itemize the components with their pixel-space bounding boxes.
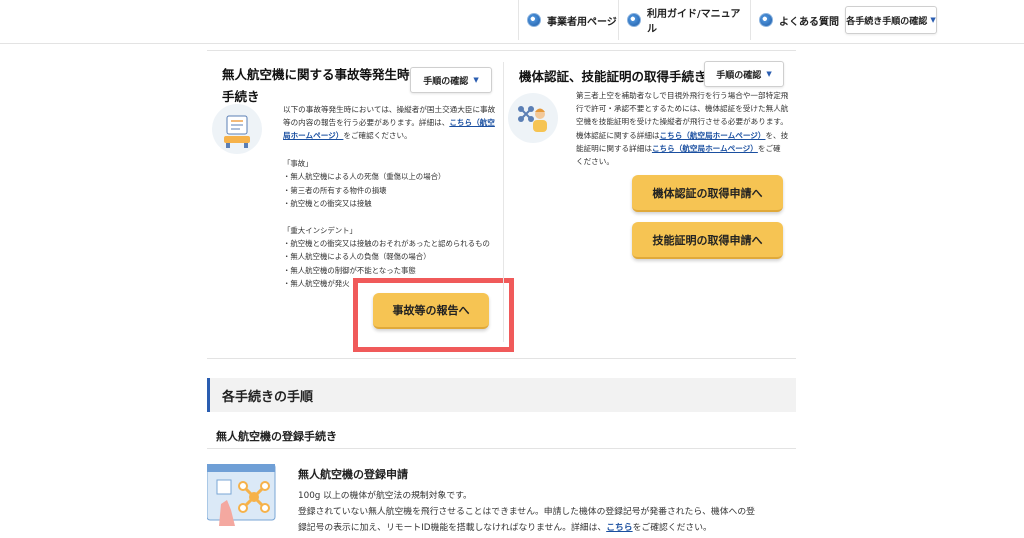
certification-step-button[interactable]: 手順の確認 ▼ xyxy=(704,61,784,87)
certification-description: 第三者上空を補助者なしで目視外飛行を行う場合や一部特定飛 行で許可・承認不要とす… xyxy=(576,89,791,168)
desc-line: 空機を技能証明を受けた操縦者が飛行させる必要があります。 xyxy=(576,117,788,127)
registration-subheading: 無人航空機の登録手続き xyxy=(216,430,337,443)
divider xyxy=(207,358,796,359)
divider xyxy=(207,448,796,449)
nav-label: 利用ガイド/マニュアル xyxy=(646,9,741,35)
desc-line: をご確認ください。 xyxy=(343,131,412,141)
accident-step-button[interactable]: 手順の確認 ▼ xyxy=(410,67,492,93)
desc-line: を、技 xyxy=(765,130,789,140)
drone-registration-illustration-icon xyxy=(206,463,277,526)
accident-info-link[interactable]: こちら（航空 xyxy=(449,118,495,127)
list-item: ・第三者の所有する物件の損壊 xyxy=(283,185,387,195)
report-illustration-icon xyxy=(212,104,262,154)
certification-illustration-icon xyxy=(508,93,558,143)
globe-icon xyxy=(627,13,641,27)
list-item: ・航空機との衝突又は接触 xyxy=(283,199,372,209)
registration-text: 録記号の表示に加え、リモートID機能を搭載しなければなりません。詳細は、 xyxy=(298,523,607,533)
registration-title: 無人航空機の登録申請 xyxy=(298,468,408,481)
registration-text: をご確認ください。 xyxy=(632,523,712,533)
list-heading: 「事故」 xyxy=(283,159,313,168)
accident-section-title: 無人航空機に関する事故等発生時の 手続き xyxy=(222,64,422,108)
desc-line: 行で許可・承認不要とするためには、機体認証を受けた無人航 xyxy=(576,104,789,114)
airframe-certification-button[interactable]: 機体認証の取得申請へ xyxy=(632,175,783,212)
nav-guide-link[interactable]: 利用ガイド/マニュアル xyxy=(618,0,750,40)
desc-line: 等の内容の報告を行う必要があります。詳細は、 xyxy=(283,118,450,128)
chevron-down-icon: ▼ xyxy=(766,70,772,78)
list-item: ・航空機との衝突又は接触のおそれがあったと認められるもの xyxy=(283,239,490,249)
list-heading: 「重大インシデント」 xyxy=(283,225,357,235)
accident-list: 「事故」 ・無人航空機による人の死傷（重傷以上の場合） ・第三者の所有する物件の… xyxy=(283,157,490,291)
step-button-label: 手順の確認 xyxy=(716,70,762,81)
registration-text: 登録されていない無人航空機を飛行させることはできません。申請した機体の登録記号が… xyxy=(298,507,755,517)
registration-text: 100g 以上の機体が航空法の規制対象です。 xyxy=(298,491,472,501)
list-item: ・無人航空機による人の死傷（重傷以上の場合） xyxy=(283,172,446,182)
column-divider xyxy=(503,62,504,342)
nav-faq-link[interactable]: よくある質問 xyxy=(750,0,840,40)
top-navigation: 事業者用ページ 利用ガイド/マニュアル よくある質問 各手続き手順の確認 ▼ xyxy=(0,0,1024,44)
desc-line: 第三者上空を補助者なしで目視外飛行を行う場合や一部特定飛 xyxy=(576,91,789,100)
registration-text-line: 録記号の表示に加え、リモートID機能を搭載しなければなりません。詳細は、こちらを… xyxy=(298,520,712,533)
highlight-box xyxy=(353,278,514,352)
nav-label: よくある質問 xyxy=(779,16,839,28)
procedure-select[interactable]: 各手続き手順の確認 ▼ xyxy=(845,6,937,34)
nav-business-page-link[interactable]: 事業者用ページ xyxy=(518,0,618,40)
divider xyxy=(207,50,796,51)
accident-info-link[interactable]: 局ホームページ） xyxy=(283,131,343,140)
step-button-label: 手順の確認 xyxy=(423,76,469,87)
registration-info-link[interactable]: こちら xyxy=(606,523,632,533)
nav-label: 事業者用ページ xyxy=(547,16,617,28)
list-item: ・無人航空機の制御が不能となった事態 xyxy=(283,265,416,275)
procedure-select-label: 各手続き手順の確認 xyxy=(846,16,928,27)
procedures-heading: 各手続きの手順 xyxy=(207,378,796,412)
accident-description: 以下の事故等発生時においては、操縦者が国土交通大臣に事故 等の内容の報告を行う必… xyxy=(283,103,498,143)
skill-info-link[interactable]: こちら（航空局ホームページ） xyxy=(652,144,758,153)
certification-section-title: 機体認証、技能証明の取得手続き xyxy=(519,69,707,84)
desc-line: ください。 xyxy=(576,157,614,167)
title-line: 無人航空機に関する事故等発生時の xyxy=(222,67,423,82)
globe-icon xyxy=(527,13,541,27)
chevron-down-icon: ▼ xyxy=(930,16,936,24)
chevron-down-icon: ▼ xyxy=(473,76,479,84)
desc-line: をご確 xyxy=(757,143,781,153)
airframe-info-link[interactable]: こちら（航空局ホームページ） xyxy=(660,131,766,140)
desc-line: 能証明に関する詳細は xyxy=(576,143,652,153)
desc-line: 機体認証に関する詳細は xyxy=(576,130,660,140)
list-item: ・無人航空機による人の負傷（軽傷の場合） xyxy=(283,252,431,262)
desc-line: 以下の事故等発生時においては、操縦者が国土交通大臣に事故 xyxy=(283,105,496,114)
skill-certification-button[interactable]: 技能証明の取得申請へ xyxy=(632,222,783,259)
globe-icon xyxy=(759,13,773,27)
